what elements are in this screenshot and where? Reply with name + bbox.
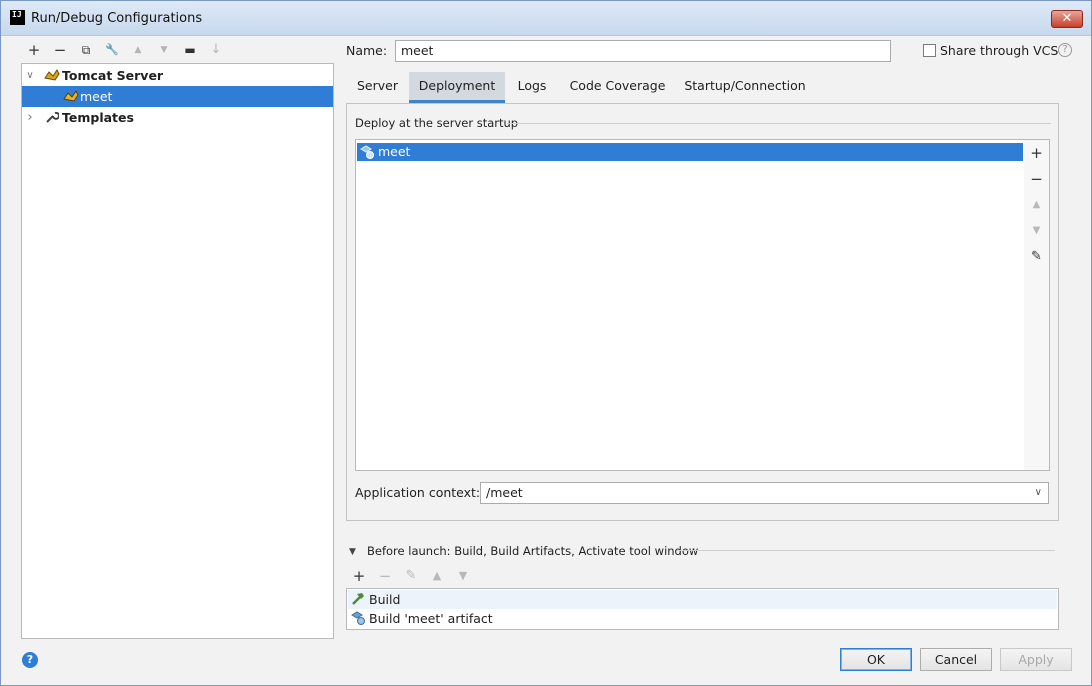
deploy-side-toolbar: + − ▲ ▼ ✎ [1024,139,1050,471]
copy-config-icon[interactable]: ⧉ [75,39,97,61]
tree-item-tomcat-server[interactable]: ∨ Tomcat Server [22,65,333,86]
list-item[interactable]: Build 'meet' artifact [348,609,1057,628]
apply-button[interactable]: Apply [1000,648,1072,671]
tab-logs[interactable]: Logs [506,72,558,103]
help-icon[interactable]: ? [22,652,38,668]
edit-artifact-icon[interactable]: ✎ [1024,246,1049,268]
chevron-right-icon[interactable]: › [24,107,36,128]
share-vcs-label[interactable]: Share through VCS [940,43,1058,58]
cancel-button[interactable]: Cancel [920,648,992,671]
tree-item-meet[interactable]: meet [22,86,333,107]
tree-label-templates: Templates [62,110,134,125]
chevron-down-icon[interactable]: ∨ [24,65,36,86]
move-up-icon[interactable]: ▲ [426,566,448,586]
move-down-icon[interactable]: ▼ [153,39,175,61]
remove-config-icon[interactable]: − [49,39,71,61]
wrench-icon [44,110,60,126]
remove-artifact-icon[interactable]: − [1024,168,1049,190]
share-help-icon[interactable]: ? [1058,43,1072,57]
deploy-section-label: Deploy at the server startup [355,116,519,130]
artifact-icon [359,144,375,160]
add-config-icon[interactable]: + [23,39,45,61]
deploy-artifacts-list[interactable]: meet [355,139,1025,471]
tab-deployment[interactable]: Deployment [409,72,505,103]
task-label: Build [369,592,401,607]
app-context-label: Application context: [355,485,481,500]
name-input[interactable]: meet [395,40,891,62]
section-divider [677,550,1055,551]
before-launch-list[interactable]: Build Build 'meet' artifact [346,588,1059,630]
close-window-button[interactable]: ✕ [1051,10,1083,28]
chevron-down-icon[interactable]: ∨ [1035,483,1042,503]
collapse-triangle-icon[interactable]: ▼ [349,547,356,557]
list-item[interactable]: Build [348,590,1057,609]
sort-icon[interactable]: ↓ [205,39,227,61]
title-bar: IJ Run/Debug Configurations ✕ [1,1,1091,36]
move-down-icon[interactable]: ▼ [452,566,474,586]
remove-task-icon[interactable]: − [374,566,396,586]
section-divider [507,123,1051,124]
move-up-icon[interactable]: ▲ [1024,194,1049,216]
tree-label-meet: meet [80,89,113,104]
app-context-value: /meet [486,485,523,500]
app-context-combobox[interactable]: /meet ∨ [480,482,1049,504]
move-down-icon[interactable]: ▼ [1024,220,1049,242]
tab-server[interactable]: Server [347,72,408,103]
configuration-tree: ∨ Tomcat Server meet › Templates [21,63,334,639]
ok-button[interactable]: OK [840,648,912,671]
artifact-icon [350,610,366,626]
share-vcs-checkbox[interactable] [923,44,936,57]
list-item[interactable]: meet [357,143,1023,161]
window-title: Run/Debug Configurations [31,11,203,26]
run-debug-dialog: IJ Run/Debug Configurations ✕ + − ⧉ 🔧 ▲ … [0,0,1092,686]
tab-code-coverage[interactable]: Code Coverage [559,72,676,103]
folder-icon[interactable]: ▬ [179,39,201,61]
build-hammer-icon [350,591,366,607]
tab-startup-connection[interactable]: Startup/Connection [677,72,813,103]
edit-defaults-wrench-icon[interactable]: 🔧 [101,39,123,61]
task-label: Build 'meet' artifact [369,611,493,626]
edit-task-icon[interactable]: ✎ [400,566,422,586]
add-artifact-icon[interactable]: + [1024,142,1049,164]
artifact-name: meet [378,144,411,159]
before-launch-label[interactable]: Before launch: Build, Build Artifacts, A… [367,544,698,558]
tomcat-config-icon [63,89,79,105]
tomcat-icon [44,68,60,84]
tree-label-tomcat: Tomcat Server [62,68,164,83]
tree-item-templates[interactable]: › Templates [22,107,333,128]
name-label: Name: [346,43,388,58]
move-up-icon[interactable]: ▲ [127,39,149,61]
add-task-icon[interactable]: + [348,566,370,586]
intellij-app-icon: IJ [10,10,25,25]
